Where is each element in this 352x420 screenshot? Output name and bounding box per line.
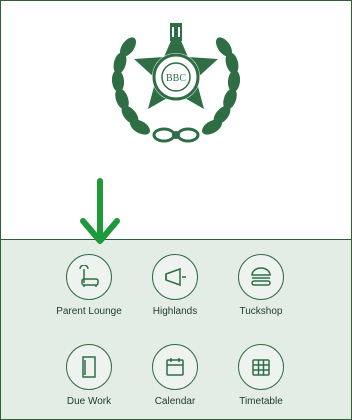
app-window: BBC Parent Lounge Highlands Tuckshop Due… (0, 0, 352, 420)
menu-item-label: Tuckshop (239, 306, 283, 317)
menu-item-parent-lounge[interactable]: Parent Lounge (43, 254, 135, 317)
sofa-lamp-icon (79, 265, 99, 287)
document-icon (82, 356, 96, 378)
annotation-arrow-down-icon (80, 178, 120, 244)
calendar-icon (166, 358, 184, 376)
menu-item-label: Highlands (152, 306, 198, 317)
burger-icon (251, 267, 271, 286)
megaphone-icon (165, 267, 186, 287)
highlands-button[interactable] (152, 254, 198, 300)
menu-item-label: Calendar (154, 396, 196, 407)
school-crest-logo: BBC (111, 23, 241, 143)
menu-item-label: Due Work (66, 396, 112, 407)
crest-monogram: BBC (166, 73, 186, 84)
timetable-button[interactable] (238, 344, 284, 390)
due-work-button[interactable] (66, 344, 112, 390)
menu-item-timetable[interactable]: Timetable (215, 344, 307, 407)
menu-item-highlands[interactable]: Highlands (129, 254, 221, 317)
menu-grid: Parent Lounge Highlands Tuckshop Due Wor… (1, 239, 351, 419)
menu-item-label: Parent Lounge (56, 306, 122, 317)
tuckshop-button[interactable] (238, 254, 284, 300)
menu-item-due-work[interactable]: Due Work (43, 344, 135, 407)
menu-item-calendar[interactable]: Calendar (129, 344, 221, 407)
header-logo-area: BBC (1, 1, 351, 239)
menu-item-label: Timetable (239, 396, 283, 407)
menu-item-tuckshop[interactable]: Tuckshop (215, 254, 307, 317)
timetable-grid-icon (252, 359, 270, 376)
parent-lounge-button[interactable] (66, 254, 112, 300)
calendar-button[interactable] (152, 344, 198, 390)
